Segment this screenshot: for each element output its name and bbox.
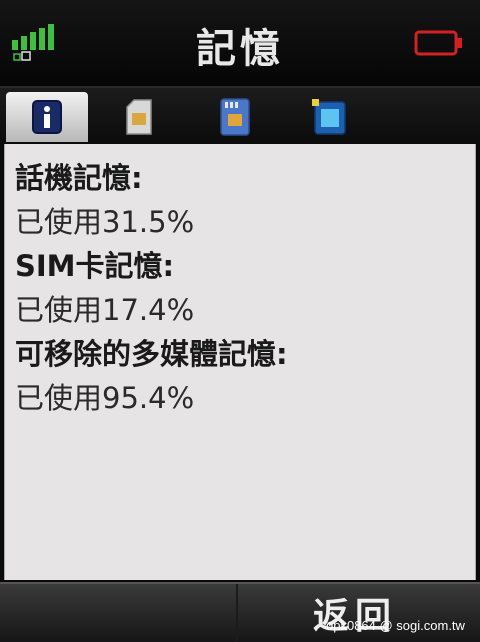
- battery-low-icon: [414, 30, 462, 56]
- removable-memory-label: 可移除的多媒體記憶:: [15, 337, 288, 371]
- info-icon: [32, 100, 62, 134]
- phone-memory-label: 話機記憶:: [15, 161, 143, 195]
- back-softkey[interactable]: 返回: [300, 590, 410, 642]
- memory-entry-removable: 可移除的多媒體記憶: 已使用95.4%: [5, 332, 475, 420]
- memory-entry-phone: 話機記憶: 已使用31.5%: [5, 144, 475, 244]
- softkey-bar: 返回: [0, 582, 480, 642]
- media-icon: [312, 99, 346, 135]
- watermark: opk0864 @ sogi.com.tw: [326, 618, 465, 633]
- tab-media[interactable]: [288, 92, 370, 142]
- memory-info-panel: 話機記憶: 已使用31.5% SIM卡記憶: 已使用17.4% 可移除的多媒體記…: [4, 144, 476, 580]
- tab-memory-card[interactable]: [194, 92, 276, 142]
- sim-memory-value: 已使用17.4%: [15, 293, 195, 327]
- softkey-divider: [236, 584, 238, 642]
- tab-sim[interactable]: [98, 92, 180, 142]
- sim-memory-label: SIM卡記憶:: [15, 249, 175, 283]
- phone-memory-value: 已使用31.5%: [15, 205, 195, 239]
- removable-memory-value: 已使用95.4%: [15, 381, 195, 415]
- memory-card-icon: [220, 98, 250, 136]
- status-bar: 記憶: [0, 0, 480, 88]
- page-title: 記憶: [196, 25, 284, 72]
- sim-card-icon: [126, 99, 152, 135]
- tab-info[interactable]: [6, 92, 88, 142]
- memory-entry-sim: SIM卡記憶: 已使用17.4%: [5, 244, 475, 332]
- tab-bar: [0, 88, 480, 144]
